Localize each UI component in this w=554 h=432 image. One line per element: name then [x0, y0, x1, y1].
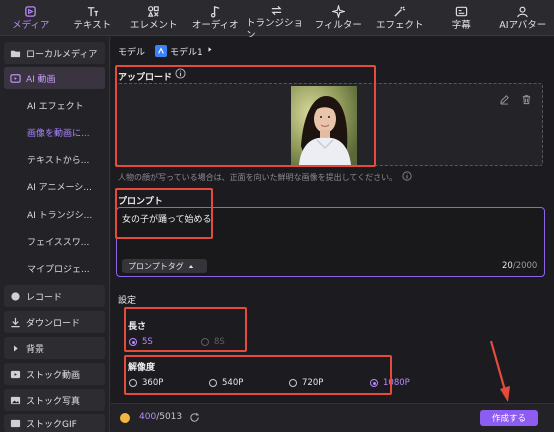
- annotation-arrow: [489, 340, 510, 402]
